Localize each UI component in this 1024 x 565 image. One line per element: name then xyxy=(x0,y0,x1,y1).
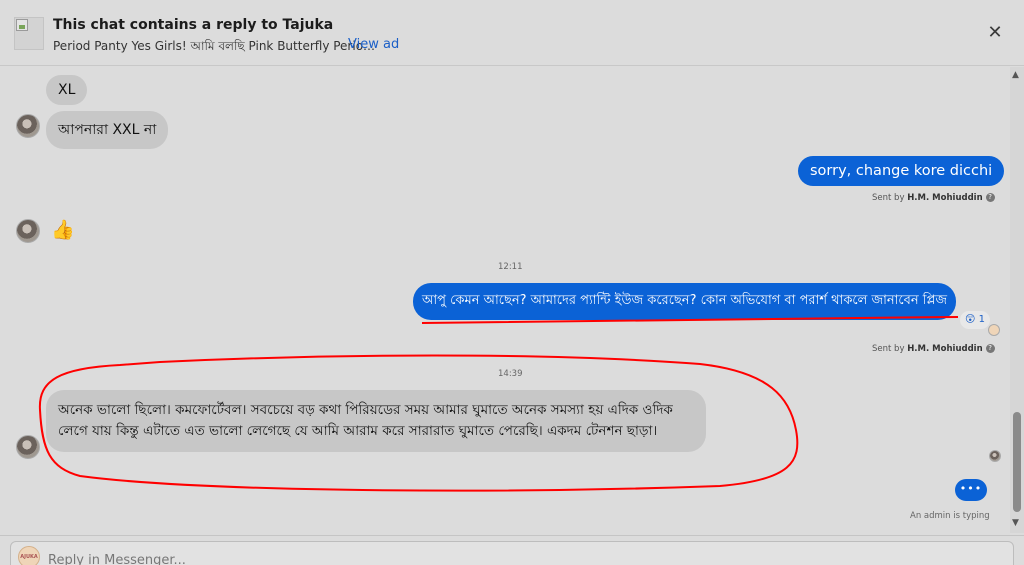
help-icon[interactable]: ? xyxy=(985,193,995,202)
customer-avatar xyxy=(16,219,40,243)
page-avatar: AJUKA xyxy=(18,546,40,565)
ad-thumbnail[interactable] xyxy=(14,17,44,50)
sent-by-label: Sent by H.M. Mohiuddin? xyxy=(872,344,995,354)
message-xl[interactable]: XL xyxy=(46,75,88,105)
customer-avatar xyxy=(16,435,40,459)
broken-image-icon xyxy=(16,19,28,31)
message-question[interactable]: আপু কেমন আছেন? আমাদের প্যান্টি ইউজ করেছে… xyxy=(413,283,956,320)
reaction-badge[interactable]: 😲 1 xyxy=(960,311,990,329)
chat-header: This chat contains a reply to Tajuka Per… xyxy=(0,0,1024,66)
customer-avatar xyxy=(16,114,40,138)
typing-indicator: ••• xyxy=(955,479,987,501)
timestamp: 12:11 xyxy=(498,262,523,272)
help-icon[interactable]: ? xyxy=(985,344,995,353)
message-sorry[interactable]: sorry, change kore dicchi xyxy=(798,156,1005,186)
scrollbar-thumb[interactable] xyxy=(1013,412,1021,512)
reply-input[interactable]: Reply in Messenger... xyxy=(48,553,186,565)
close-icon[interactable]: ✕ xyxy=(984,22,1006,44)
scroll-down-arrow-icon[interactable]: ▼ xyxy=(1012,518,1019,528)
typing-label: An admin is typing xyxy=(910,511,990,521)
message-xxl[interactable]: আপনারা XXL না xyxy=(46,111,169,149)
header-title: This chat contains a reply to Tajuka xyxy=(53,17,334,33)
timestamp: 14:39 xyxy=(498,369,523,379)
thumbs-up-icon[interactable]: 👍 xyxy=(51,220,75,240)
ad-text: Period Panty Yes Girls! আমি বলছি Pink Bu… xyxy=(53,39,376,53)
seen-avatar xyxy=(989,450,1001,462)
seen-avatar xyxy=(988,324,1000,336)
scroll-up-arrow-icon[interactable]: ▲ xyxy=(1012,70,1019,80)
view-ad-link[interactable]: View ad xyxy=(348,37,399,52)
sent-by-label: Sent by H.M. Mohiuddin? xyxy=(872,193,995,203)
message-reply[interactable]: অনেক ভালো ছিলো। কমফোর্টেবল। সবচেয়ে বড় … xyxy=(46,390,706,452)
